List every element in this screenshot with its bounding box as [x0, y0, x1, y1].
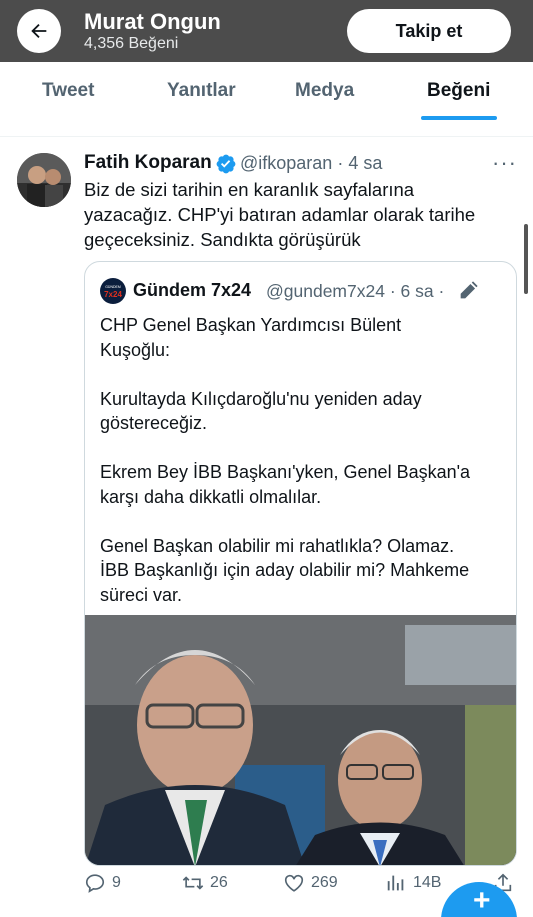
compose-icon: + [473, 884, 491, 917]
tab-media[interactable]: Medya [295, 80, 354, 102]
like-icon [284, 874, 304, 892]
quoted-tweet[interactable]: GÜNDEM 7x24 Gündem 7x24 @gundem7x24 · 6 … [84, 261, 517, 866]
quoted-line: göstereceğiz. [100, 413, 208, 433]
reply-button[interactable]: 9 [84, 872, 121, 894]
follow-button[interactable]: Takip et [347, 9, 511, 53]
quoted-avatar: GÜNDEM 7x24 [100, 278, 126, 304]
quoted-text: CHP Genel Başkan Yardımcısı Bülent Kuşoğ… [100, 313, 510, 607]
reply-count: 9 [112, 874, 121, 891]
quoted-author-name: Gündem 7x24 [133, 280, 252, 300]
quoted-line: Genel Başkan olabilir mi rahatlıkla? Ola… [100, 535, 455, 556]
edit-icon [460, 281, 478, 299]
avatar[interactable] [17, 153, 71, 207]
photo-illustration [85, 615, 516, 865]
tweet-text-line: Biz de sizi tarihin en karanlık sayfalar… [84, 179, 415, 200]
active-tab-indicator [421, 116, 497, 120]
profile-tabs: Tweet Yanıtlar Medya Beğeni [0, 62, 533, 121]
back-arrow-icon [31, 23, 47, 39]
views-count: 14B [413, 874, 442, 891]
back-button[interactable] [17, 9, 61, 53]
tab-replies[interactable]: Yanıtlar [167, 80, 236, 102]
tweet-author-name[interactable]: Fatih Koparan [84, 152, 212, 174]
more-icon[interactable]: ··· [492, 150, 517, 176]
quoted-media-photo[interactable] [85, 615, 516, 865]
profile-likes-count: 4,356 Beğeni [84, 35, 179, 52]
avatar-photo [17, 153, 71, 207]
quoted-line: İBB Başkanlığı için aday olabilir mi? Ma… [100, 560, 470, 580]
retweet-icon [182, 876, 204, 890]
retweet-count: 26 [210, 874, 228, 891]
tab-tweets[interactable]: Tweet [42, 80, 94, 102]
scrollbar[interactable] [524, 224, 528, 294]
profile-name: Murat Ongun [84, 9, 221, 34]
quoted-line: Kuşoğlu: [100, 339, 171, 360]
quoted-handle-time: @gundem7x24 · 6 sa · [266, 281, 445, 301]
quoted-line: CHP Genel Başkan Yardımcısı Bülent [100, 315, 402, 335]
tweet-text: Biz de sizi tarihin en karanlık sayfalar… [84, 177, 524, 252]
views-icon [387, 875, 404, 891]
quoted-avatar-text-bottom: 7x24 [104, 290, 122, 299]
quoted-line: Kurultayda Kılıçdaroğlu'nu yeniden aday [100, 388, 422, 409]
like-button[interactable]: 269 [283, 872, 338, 894]
verified-badge-icon [216, 154, 236, 174]
quoted-line: süreci var. [100, 584, 183, 605]
like-count: 269 [311, 874, 338, 891]
reply-icon [85, 874, 105, 893]
quoted-line: Ekrem Bey İBB Başkanı'yken, Genel Başkan… [100, 462, 471, 482]
tweet-text-line: yazacağız. CHP'yi batıran adamlar olarak… [84, 204, 476, 225]
tweet-text-line: geçeceksiniz. Sandıkta görüşürük [84, 229, 361, 250]
profile-header: Murat Ongun 4,356 Beğeni Takip et [0, 0, 533, 62]
retweet-button[interactable]: 26 [182, 872, 228, 894]
tab-likes[interactable]: Beğeni [427, 80, 490, 102]
tweet-handle-time[interactable]: @ifkoparan · 4 sa [240, 153, 382, 174]
divider [0, 136, 533, 137]
views-button[interactable]: 14B [385, 872, 441, 894]
quoted-line: karşı daha dikkatli olmalılar. [100, 486, 322, 507]
